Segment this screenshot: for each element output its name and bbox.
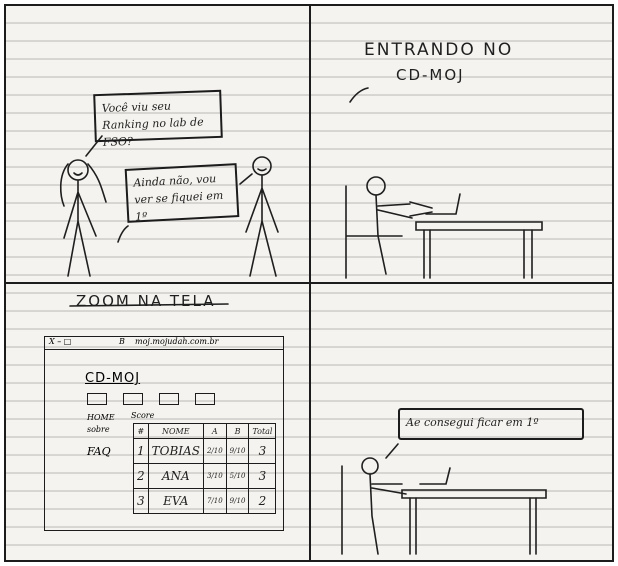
side-link-faq[interactable]: FAQ — [87, 445, 111, 458]
cell-b: 5/10 — [225, 463, 250, 489]
speech-bubble-boy: Ainda não, vou ver se fiquei em 1º — [124, 163, 240, 224]
girl-figure — [59, 135, 107, 277]
score-label: Score — [131, 411, 155, 420]
cell-pos: 1 — [133, 438, 149, 464]
speech-bubble-success: Ae consegui ficar em 1º — [398, 408, 584, 440]
nav-tab-1[interactable] — [87, 393, 107, 405]
cell-a: 7/10 — [202, 488, 227, 514]
cell-name: TOBIAS — [147, 438, 204, 464]
desk-scene — [345, 87, 543, 279]
table-row: 1 TOBIAS 2/10 9/10 3 — [133, 438, 277, 464]
col-header-b: B — [225, 423, 250, 439]
nav-tab-4[interactable] — [195, 393, 215, 405]
side-link-home[interactable]: HOME — [87, 413, 115, 422]
cell-total: 3 — [248, 463, 277, 489]
panel2-title-line2: CD-MOJ — [396, 66, 465, 84]
cell-pos: 3 — [133, 488, 149, 514]
table-row: 3 EVA 7/10 9/10 2 — [133, 488, 277, 514]
col-header-pos: # — [133, 423, 149, 439]
desk-scene-2 — [341, 443, 547, 555]
cell-name: ANA — [147, 463, 204, 489]
nav-tab-2[interactable] — [123, 393, 143, 405]
panel3-title: ZOOM NA TELA — [76, 292, 216, 310]
browser-topbar: X – □ B moj.mojudah.com.br — [45, 337, 283, 350]
score-table-header: # NOME A B Total — [133, 423, 277, 439]
nav-tab-3[interactable] — [159, 393, 179, 405]
col-header-a: A — [202, 423, 227, 439]
score-table: # NOME A B Total 1 TOBIAS 2/10 9/10 3 2 — [133, 423, 277, 514]
panel2-title-line1: ENTRANDO NO — [364, 40, 514, 60]
comic-page: Você viu seu Ranking no lab de FSO? Aind… — [4, 4, 614, 562]
zoomed-screen: X – □ B moj.mojudah.com.br CD-MOJ HOME s… — [44, 336, 284, 531]
cell-total: 3 — [248, 438, 277, 464]
side-link-sobre[interactable]: sobre — [87, 425, 110, 434]
url-bar[interactable]: moj.mojudah.com.br — [135, 337, 218, 346]
cell-name: EVA — [147, 488, 204, 514]
cell-b: 9/10 — [225, 488, 250, 514]
bookmark-icon[interactable]: B — [119, 337, 125, 346]
speech-bubble-success-text: Ae consegui ficar em 1º — [406, 416, 539, 429]
cell-a: 2/10 — [202, 438, 227, 464]
cell-pos: 2 — [133, 463, 149, 489]
cell-a: 3/10 — [202, 463, 227, 489]
col-header-name: NOME — [147, 423, 204, 439]
cell-b: 9/10 — [225, 438, 250, 464]
speech-bubble-boy-text: Ainda não, vou ver se fiquei em 1º — [133, 172, 224, 224]
table-row: 2 ANA 3/10 5/10 3 — [133, 463, 277, 489]
site-title[interactable]: CD-MOJ — [85, 371, 140, 386]
speech-bubble-girl: Você viu seu Ranking no lab de FSO? — [93, 89, 223, 149]
window-controls[interactable]: X – □ — [49, 337, 71, 346]
col-header-total: Total — [248, 423, 277, 439]
cell-total: 2 — [248, 488, 277, 514]
